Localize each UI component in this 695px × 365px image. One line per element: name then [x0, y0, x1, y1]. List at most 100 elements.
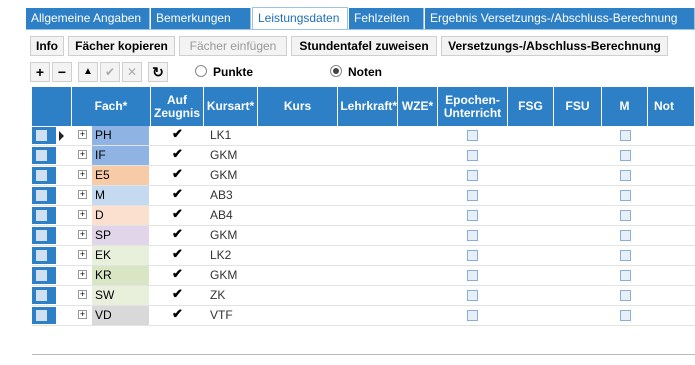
fach-cell[interactable]: SP — [92, 226, 149, 245]
expand-row-icon[interactable]: + — [78, 290, 87, 299]
table-row[interactable]: + KR ✔ GKM — [32, 266, 695, 286]
table-row[interactable]: + D ✔ AB4 — [32, 206, 695, 226]
row-selector[interactable] — [32, 187, 56, 204]
expand-row-icon[interactable]: + — [78, 170, 87, 179]
grid-header-fsg[interactable]: FSG — [508, 87, 554, 126]
m-checkbox[interactable] — [620, 230, 631, 241]
tab-ergebnis-berechnung[interactable]: Ergebnis Versetzungs-/Abschluss-Berechnu… — [425, 8, 695, 29]
fach-cell[interactable]: D — [92, 206, 149, 225]
kursart-cell[interactable]: ZK — [210, 286, 256, 305]
kursart-cell[interactable]: GKM — [210, 146, 256, 165]
tab-leistungsdaten[interactable]: Leistungsdaten — [252, 7, 348, 30]
fach-cell[interactable]: E5 — [92, 166, 149, 185]
row-selector-active[interactable] — [32, 127, 56, 144]
epochen-unterricht-checkbox[interactable] — [467, 170, 478, 181]
move-up-icon[interactable]: ▲ — [78, 62, 98, 82]
kursart-cell[interactable]: GKM — [210, 226, 256, 245]
m-checkbox[interactable] — [620, 290, 631, 301]
info-button[interactable]: Info — [30, 36, 64, 56]
expand-row-icon[interactable]: + — [78, 270, 87, 279]
radio-noten[interactable]: Noten — [330, 63, 382, 81]
fach-cell[interactable]: PH — [92, 126, 149, 145]
assign-timetable-button[interactable]: Stundentafel zuweisen — [291, 36, 437, 56]
table-row[interactable]: + IF ✔ GKM — [32, 146, 695, 166]
auf-zeugnis-check-icon[interactable]: ✔ — [172, 306, 183, 322]
radio-punkte[interactable]: Punkte — [195, 63, 253, 81]
kursart-cell[interactable]: GKM — [210, 166, 256, 185]
grid-header-fsu[interactable]: FSU — [554, 87, 602, 126]
row-selector[interactable] — [32, 147, 56, 164]
auf-zeugnis-check-icon[interactable]: ✔ — [172, 206, 183, 222]
row-selector[interactable] — [32, 227, 56, 244]
table-row[interactable]: + PH ✔ LK1 — [32, 126, 695, 146]
grid-header-note[interactable]: Not — [648, 87, 695, 126]
m-checkbox[interactable] — [620, 310, 631, 321]
auf-zeugnis-check-icon[interactable]: ✔ — [172, 266, 183, 282]
paste-subjects-button[interactable]: Fächer einfügen — [179, 36, 287, 56]
expand-row-icon[interactable]: + — [78, 150, 87, 159]
grid-header-lehrkraft[interactable]: Lehrkraft* — [338, 87, 398, 126]
epochen-unterricht-checkbox[interactable] — [467, 190, 478, 201]
kursart-cell[interactable]: GKM — [210, 266, 256, 285]
grid-header-fach[interactable]: Fach* — [72, 87, 151, 126]
tab-bemerkungen[interactable]: Bemerkungen — [151, 8, 251, 29]
fach-cell[interactable]: IF — [92, 146, 149, 165]
refresh-icon[interactable]: ↻ — [148, 62, 168, 82]
kursart-cell[interactable]: AB4 — [210, 206, 256, 225]
kursart-cell[interactable]: AB3 — [210, 186, 256, 205]
m-checkbox[interactable] — [620, 210, 631, 221]
row-selector[interactable] — [32, 287, 56, 304]
expand-row-icon[interactable]: + — [78, 130, 87, 139]
tab-fehlzeiten[interactable]: Fehlzeiten — [349, 8, 424, 29]
row-selector[interactable] — [32, 167, 56, 184]
grid-header-wze[interactable]: WZE* — [398, 87, 438, 126]
row-selector[interactable] — [32, 307, 56, 324]
remove-icon[interactable]: − — [52, 62, 72, 82]
add-icon[interactable]: + — [30, 62, 50, 82]
m-checkbox[interactable] — [620, 270, 631, 281]
grid-header-kursart[interactable]: Kursart* — [204, 87, 258, 126]
expand-row-icon[interactable]: + — [78, 190, 87, 199]
fach-cell[interactable]: KR — [92, 266, 149, 285]
grid-header-auf-zeugnis[interactable]: Auf Zeugnis — [151, 87, 204, 126]
auf-zeugnis-check-icon[interactable]: ✔ — [172, 166, 183, 182]
epochen-unterricht-checkbox[interactable] — [467, 270, 478, 281]
expand-row-icon[interactable]: + — [78, 230, 87, 239]
epochen-unterricht-checkbox[interactable] — [467, 130, 478, 141]
expand-row-icon[interactable]: + — [78, 210, 87, 219]
table-row[interactable]: + E5 ✔ GKM — [32, 166, 695, 186]
m-checkbox[interactable] — [620, 250, 631, 261]
auf-zeugnis-check-icon[interactable]: ✔ — [172, 226, 183, 242]
row-selector[interactable] — [32, 207, 56, 224]
epochen-unterricht-checkbox[interactable] — [467, 310, 478, 321]
auf-zeugnis-check-icon[interactable]: ✔ — [172, 126, 183, 142]
epochen-unterricht-checkbox[interactable] — [467, 230, 478, 241]
epochen-unterricht-checkbox[interactable] — [467, 250, 478, 261]
kursart-cell[interactable]: LK2 — [210, 246, 256, 265]
table-row[interactable]: + EK ✔ LK2 — [32, 246, 695, 266]
row-selector[interactable] — [32, 267, 56, 284]
tab-allgemeine-angaben[interactable]: Allgemeine Angaben — [26, 8, 150, 29]
table-row[interactable]: + VD ✔ VTF — [32, 306, 695, 326]
m-checkbox[interactable] — [620, 170, 631, 181]
calculation-button[interactable]: Versetzungs-/Abschluss-Berechnung — [441, 36, 668, 56]
confirm-icon[interactable]: ✔ — [100, 62, 120, 82]
fach-cell[interactable]: M — [92, 186, 149, 205]
expand-row-icon[interactable]: + — [78, 250, 87, 259]
grid-header-kurs[interactable]: Kurs — [258, 87, 338, 126]
m-checkbox[interactable] — [620, 190, 631, 201]
table-row[interactable]: + M ✔ AB3 — [32, 186, 695, 206]
row-selector[interactable] — [32, 247, 56, 264]
m-checkbox[interactable] — [620, 130, 631, 141]
expand-row-icon[interactable]: + — [78, 310, 87, 319]
auf-zeugnis-check-icon[interactable]: ✔ — [172, 246, 183, 262]
m-checkbox[interactable] — [620, 150, 631, 161]
epochen-unterricht-checkbox[interactable] — [467, 150, 478, 161]
epochen-unterricht-checkbox[interactable] — [467, 290, 478, 301]
auf-zeugnis-check-icon[interactable]: ✔ — [172, 186, 183, 202]
copy-subjects-button[interactable]: Fächer kopieren — [68, 36, 175, 56]
fach-cell[interactable]: EK — [92, 246, 149, 265]
cancel-icon[interactable]: ✕ — [122, 62, 142, 82]
auf-zeugnis-check-icon[interactable]: ✔ — [172, 286, 183, 302]
auf-zeugnis-check-icon[interactable]: ✔ — [172, 146, 183, 162]
